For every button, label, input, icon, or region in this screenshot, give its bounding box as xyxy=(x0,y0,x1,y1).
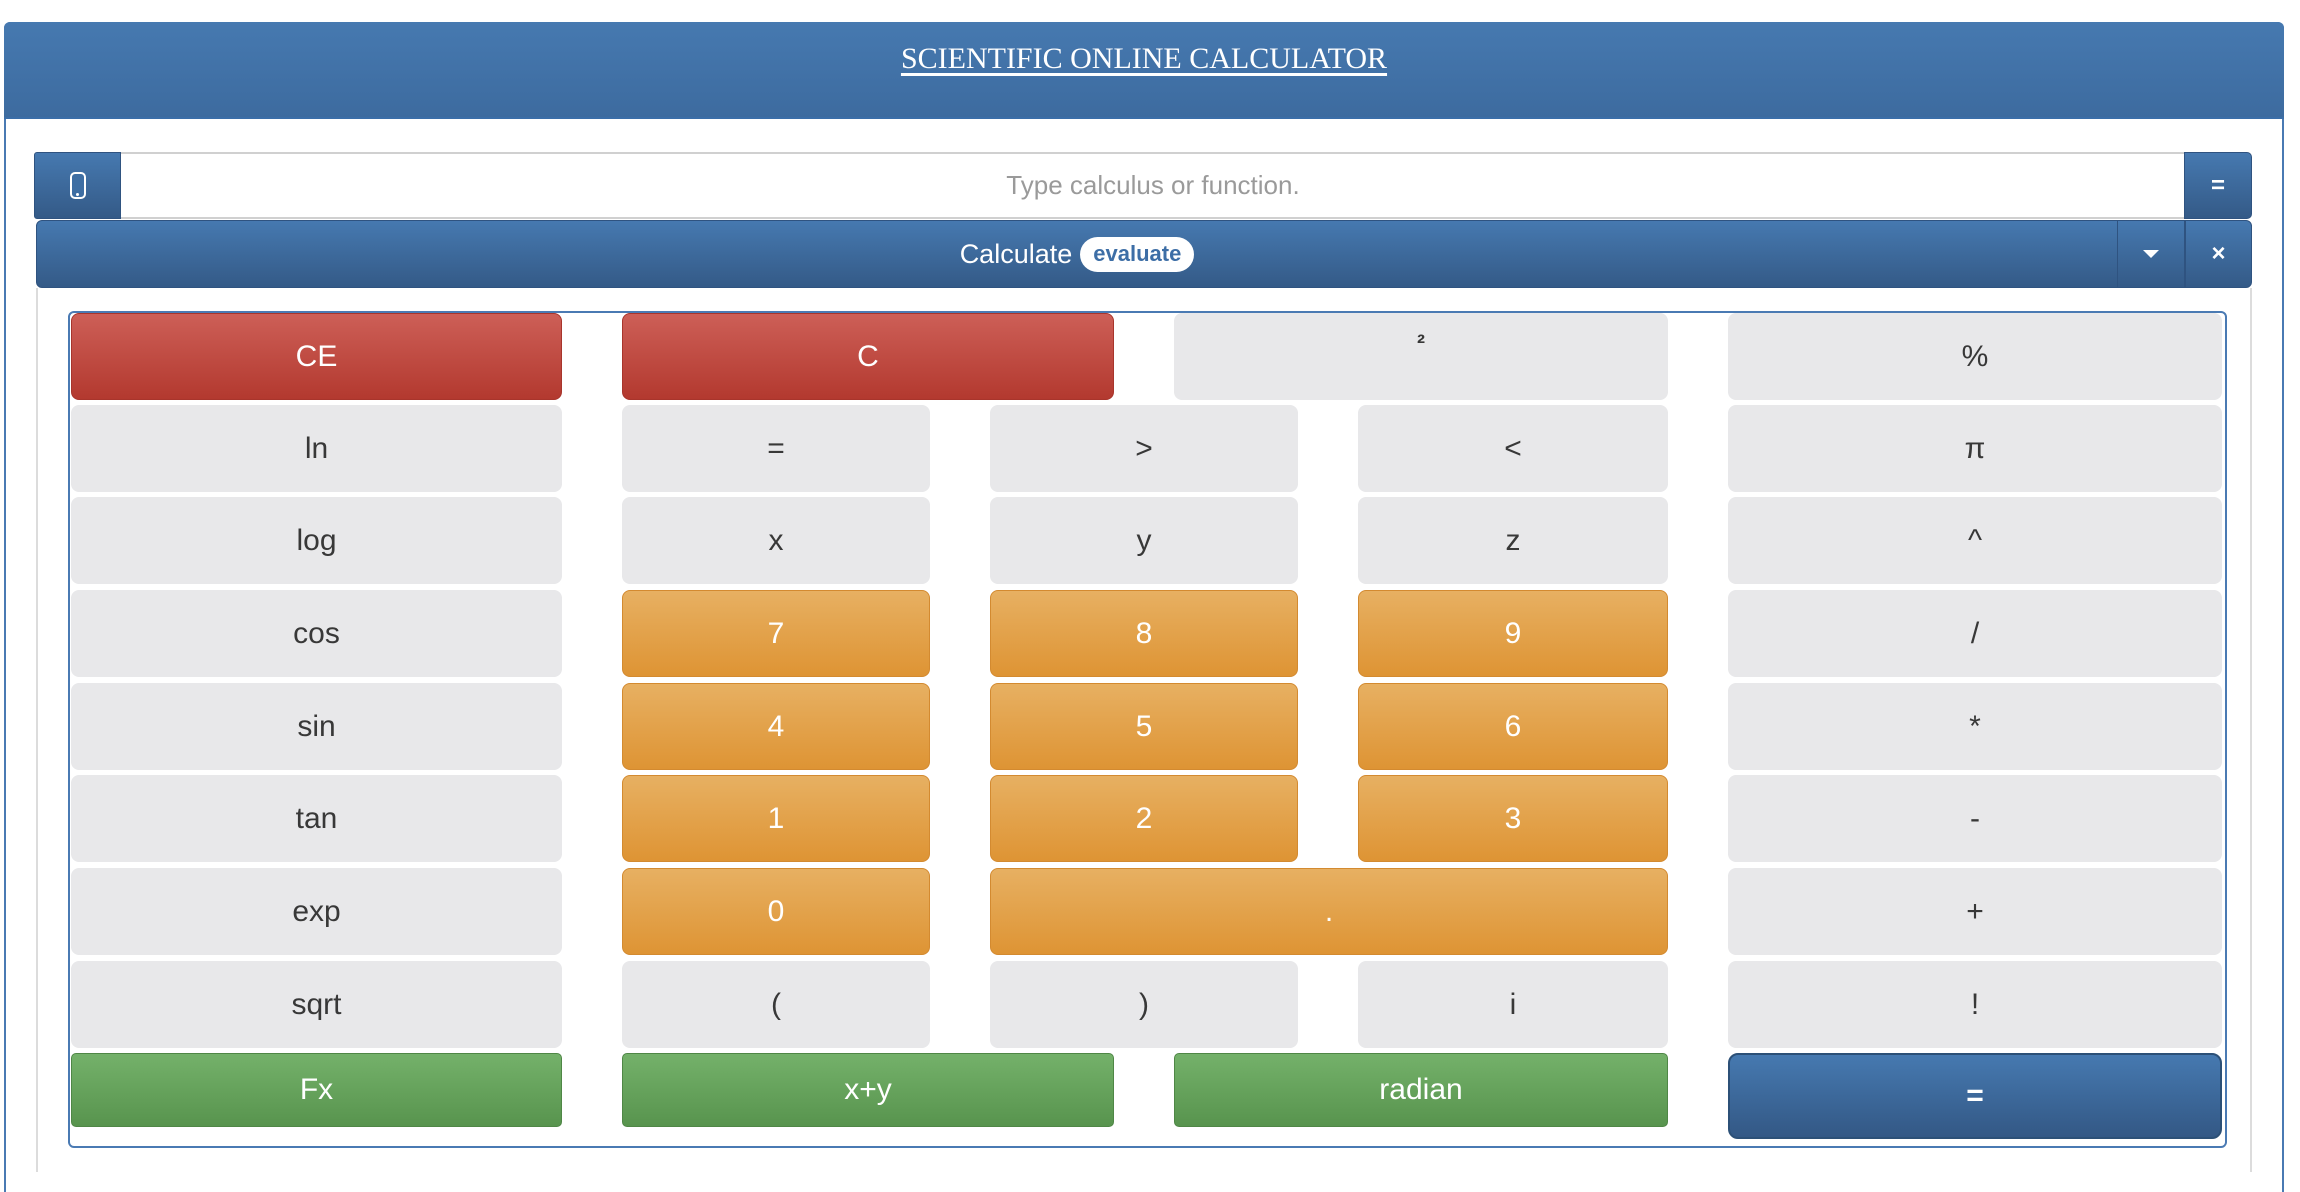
mode-dropdown-button[interactable] xyxy=(2117,220,2185,288)
clear-input-button[interactable]: × xyxy=(2185,220,2252,288)
key-digit-7-button[interactable]: 7 xyxy=(622,590,930,677)
mobile-phone-icon xyxy=(69,172,86,199)
key-pi-button[interactable]: π xyxy=(1728,405,2222,492)
key-equals-button[interactable]: = xyxy=(622,405,930,492)
caret-down-icon xyxy=(2143,250,2159,258)
key-ln-button[interactable]: ln xyxy=(71,405,562,492)
key-close-paren-button[interactable]: ) xyxy=(990,961,1298,1048)
key-digit-3-button[interactable]: 3 xyxy=(1358,775,1668,862)
calculate-button[interactable]: Calculate evaluate xyxy=(36,220,2118,288)
key-clear-all-button[interactable]: C xyxy=(622,313,1114,400)
key-decimal-point-button[interactable]: . xyxy=(990,868,1668,955)
key-cos-button[interactable]: cos xyxy=(71,590,562,677)
key-digit-9-button[interactable]: 9 xyxy=(1358,590,1668,677)
key-calculate-equals-button[interactable]: = xyxy=(1728,1053,2222,1139)
page-title[interactable]: SCIENTIFIC ONLINE CALCULATOR xyxy=(4,22,2284,96)
key-sqrt-button[interactable]: sqrt xyxy=(71,961,562,1048)
key-percent-button[interactable]: % xyxy=(1728,313,2222,400)
key-plus-button[interactable]: + xyxy=(1728,868,2222,955)
key-fx-button[interactable]: Fx xyxy=(71,1053,562,1127)
key-clear-entry-button[interactable]: CE xyxy=(71,313,562,400)
key-y-button[interactable]: y xyxy=(990,497,1298,584)
expression-input[interactable] xyxy=(121,152,2185,219)
key-power-button[interactable]: ^ xyxy=(1728,497,2222,584)
key-i-button[interactable]: i xyxy=(1358,961,1668,1048)
mode-badge: evaluate xyxy=(1080,236,1195,272)
key-sin-button[interactable]: sin xyxy=(71,683,562,770)
key-digit-1-button[interactable]: 1 xyxy=(622,775,930,862)
key-x-button[interactable]: x xyxy=(622,497,930,584)
key-digit-8-button[interactable]: 8 xyxy=(990,590,1298,677)
mobile-view-button[interactable] xyxy=(34,152,121,219)
key-divide-button[interactable]: / xyxy=(1728,590,2222,677)
key-digit-6-button[interactable]: 6 xyxy=(1358,683,1668,770)
key-factorial-button[interactable]: ! xyxy=(1728,961,2222,1048)
key-digit-2-button[interactable]: 2 xyxy=(990,775,1298,862)
key-exp-button[interactable]: exp xyxy=(71,868,562,955)
calculate-label: Calculate xyxy=(959,238,1073,269)
evaluate-equals-button[interactable]: = xyxy=(2184,152,2252,219)
key-digit-5-button[interactable]: 5 xyxy=(990,683,1298,770)
key-multiply-button[interactable]: * xyxy=(1728,683,2222,770)
key-minus-button[interactable]: - xyxy=(1728,775,2222,862)
key-x-plus-y-button[interactable]: x+y xyxy=(622,1053,1114,1127)
calculator-header: SCIENTIFIC ONLINE CALCULATOR xyxy=(4,22,2284,119)
key-greater-than-button[interactable]: > xyxy=(990,405,1298,492)
key-less-than-button[interactable]: < xyxy=(1358,405,1668,492)
key-square-button[interactable]: ² xyxy=(1174,313,1668,400)
key-radian-button[interactable]: radian xyxy=(1174,1053,1668,1127)
key-open-paren-button[interactable]: ( xyxy=(622,961,930,1048)
key-digit-0-button[interactable]: 0 xyxy=(622,868,930,955)
key-z-button[interactable]: z xyxy=(1358,497,1668,584)
key-digit-4-button[interactable]: 4 xyxy=(622,683,930,770)
key-tan-button[interactable]: tan xyxy=(71,775,562,862)
key-log-button[interactable]: log xyxy=(71,497,562,584)
